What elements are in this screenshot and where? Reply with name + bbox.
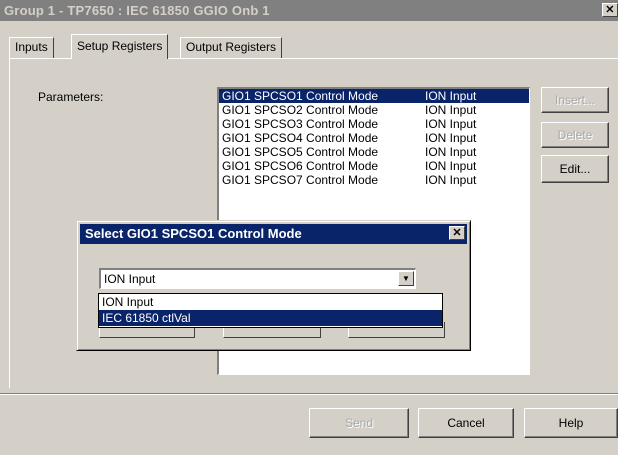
register-name: GIO1 SPCSO1 Control Mode <box>222 89 379 103</box>
help-button[interactable]: Help <box>524 408 618 438</box>
register-name: GIO1 SPCSO3 Control Mode <box>222 117 379 131</box>
control-mode-dropdown-list[interactable]: ION Input IEC 61850 ctlVal <box>98 293 443 328</box>
register-name: GIO1 SPCSO4 Control Mode <box>222 131 379 145</box>
register-name: GIO1 SPCSO2 Control Mode <box>222 103 379 117</box>
modal-title-bar[interactable]: Select GIO1 SPCSO1 Control Mode ✕ <box>80 224 467 244</box>
register-value: ION Input <box>425 173 477 187</box>
dropdown-option-iec-ctlval[interactable]: IEC 61850 ctlVal <box>99 310 442 326</box>
list-item[interactable]: GIO1 SPCSO1 Control Mode ION Input <box>219 89 529 103</box>
title-bar[interactable]: Group 1 - TP7650 : IEC 61850 GGIO Onb 1 … <box>0 0 618 21</box>
insert-button[interactable]: Insert... <box>541 87 609 113</box>
close-icon[interactable]: ✕ <box>602 3 618 17</box>
register-value: ION Input <box>425 145 477 159</box>
parameters-label: Parameters: <box>38 90 104 104</box>
cancel-button[interactable]: Cancel <box>418 408 514 438</box>
close-icon[interactable]: ✕ <box>449 226 465 240</box>
footer-separator <box>0 393 618 395</box>
chevron-down-icon[interactable]: ▼ <box>398 271 414 286</box>
register-value: ION Input <box>425 159 477 173</box>
window-title: Group 1 - TP7650 : IEC 61850 GGIO Onb 1 <box>4 3 270 18</box>
combo-value: ION Input <box>104 272 156 286</box>
list-item[interactable]: GIO1 SPCSO2 Control Mode ION Input <box>219 103 529 117</box>
modal-title: Select GIO1 SPCSO1 Control Mode <box>85 226 302 241</box>
delete-button[interactable]: Delete <box>541 122 609 148</box>
list-item[interactable]: GIO1 SPCSO6 Control Mode ION Input <box>219 159 529 173</box>
register-name: GIO1 SPCSO7 Control Mode <box>222 173 379 187</box>
list-item[interactable]: GIO1 SPCSO4 Control Mode ION Input <box>219 131 529 145</box>
dropdown-option-ion-input[interactable]: ION Input <box>99 294 442 310</box>
select-mode-dialog: Select GIO1 SPCSO1 Control Mode ✕ ION In… <box>76 220 471 351</box>
edit-button[interactable]: Edit... <box>541 155 609 183</box>
register-value: ION Input <box>425 117 477 131</box>
list-item[interactable]: GIO1 SPCSO3 Control Mode ION Input <box>219 117 529 131</box>
register-value: ION Input <box>425 89 477 103</box>
list-item[interactable]: GIO1 SPCSO5 Control Mode ION Input <box>219 145 529 159</box>
register-name: GIO1 SPCSO5 Control Mode <box>222 145 379 159</box>
register-name: GIO1 SPCSO6 Control Mode <box>222 159 379 173</box>
list-item[interactable]: GIO1 SPCSO7 Control Mode ION Input <box>219 173 529 187</box>
control-mode-select[interactable]: ION Input ▼ <box>99 268 416 289</box>
register-value: ION Input <box>425 103 477 117</box>
send-button[interactable]: Send <box>309 408 409 438</box>
register-value: ION Input <box>425 131 477 145</box>
tab-inputs[interactable]: Inputs <box>9 37 54 58</box>
tab-setup-registers[interactable]: Setup Registers <box>71 34 169 59</box>
tab-output-registers[interactable]: Output Registers <box>180 37 283 58</box>
